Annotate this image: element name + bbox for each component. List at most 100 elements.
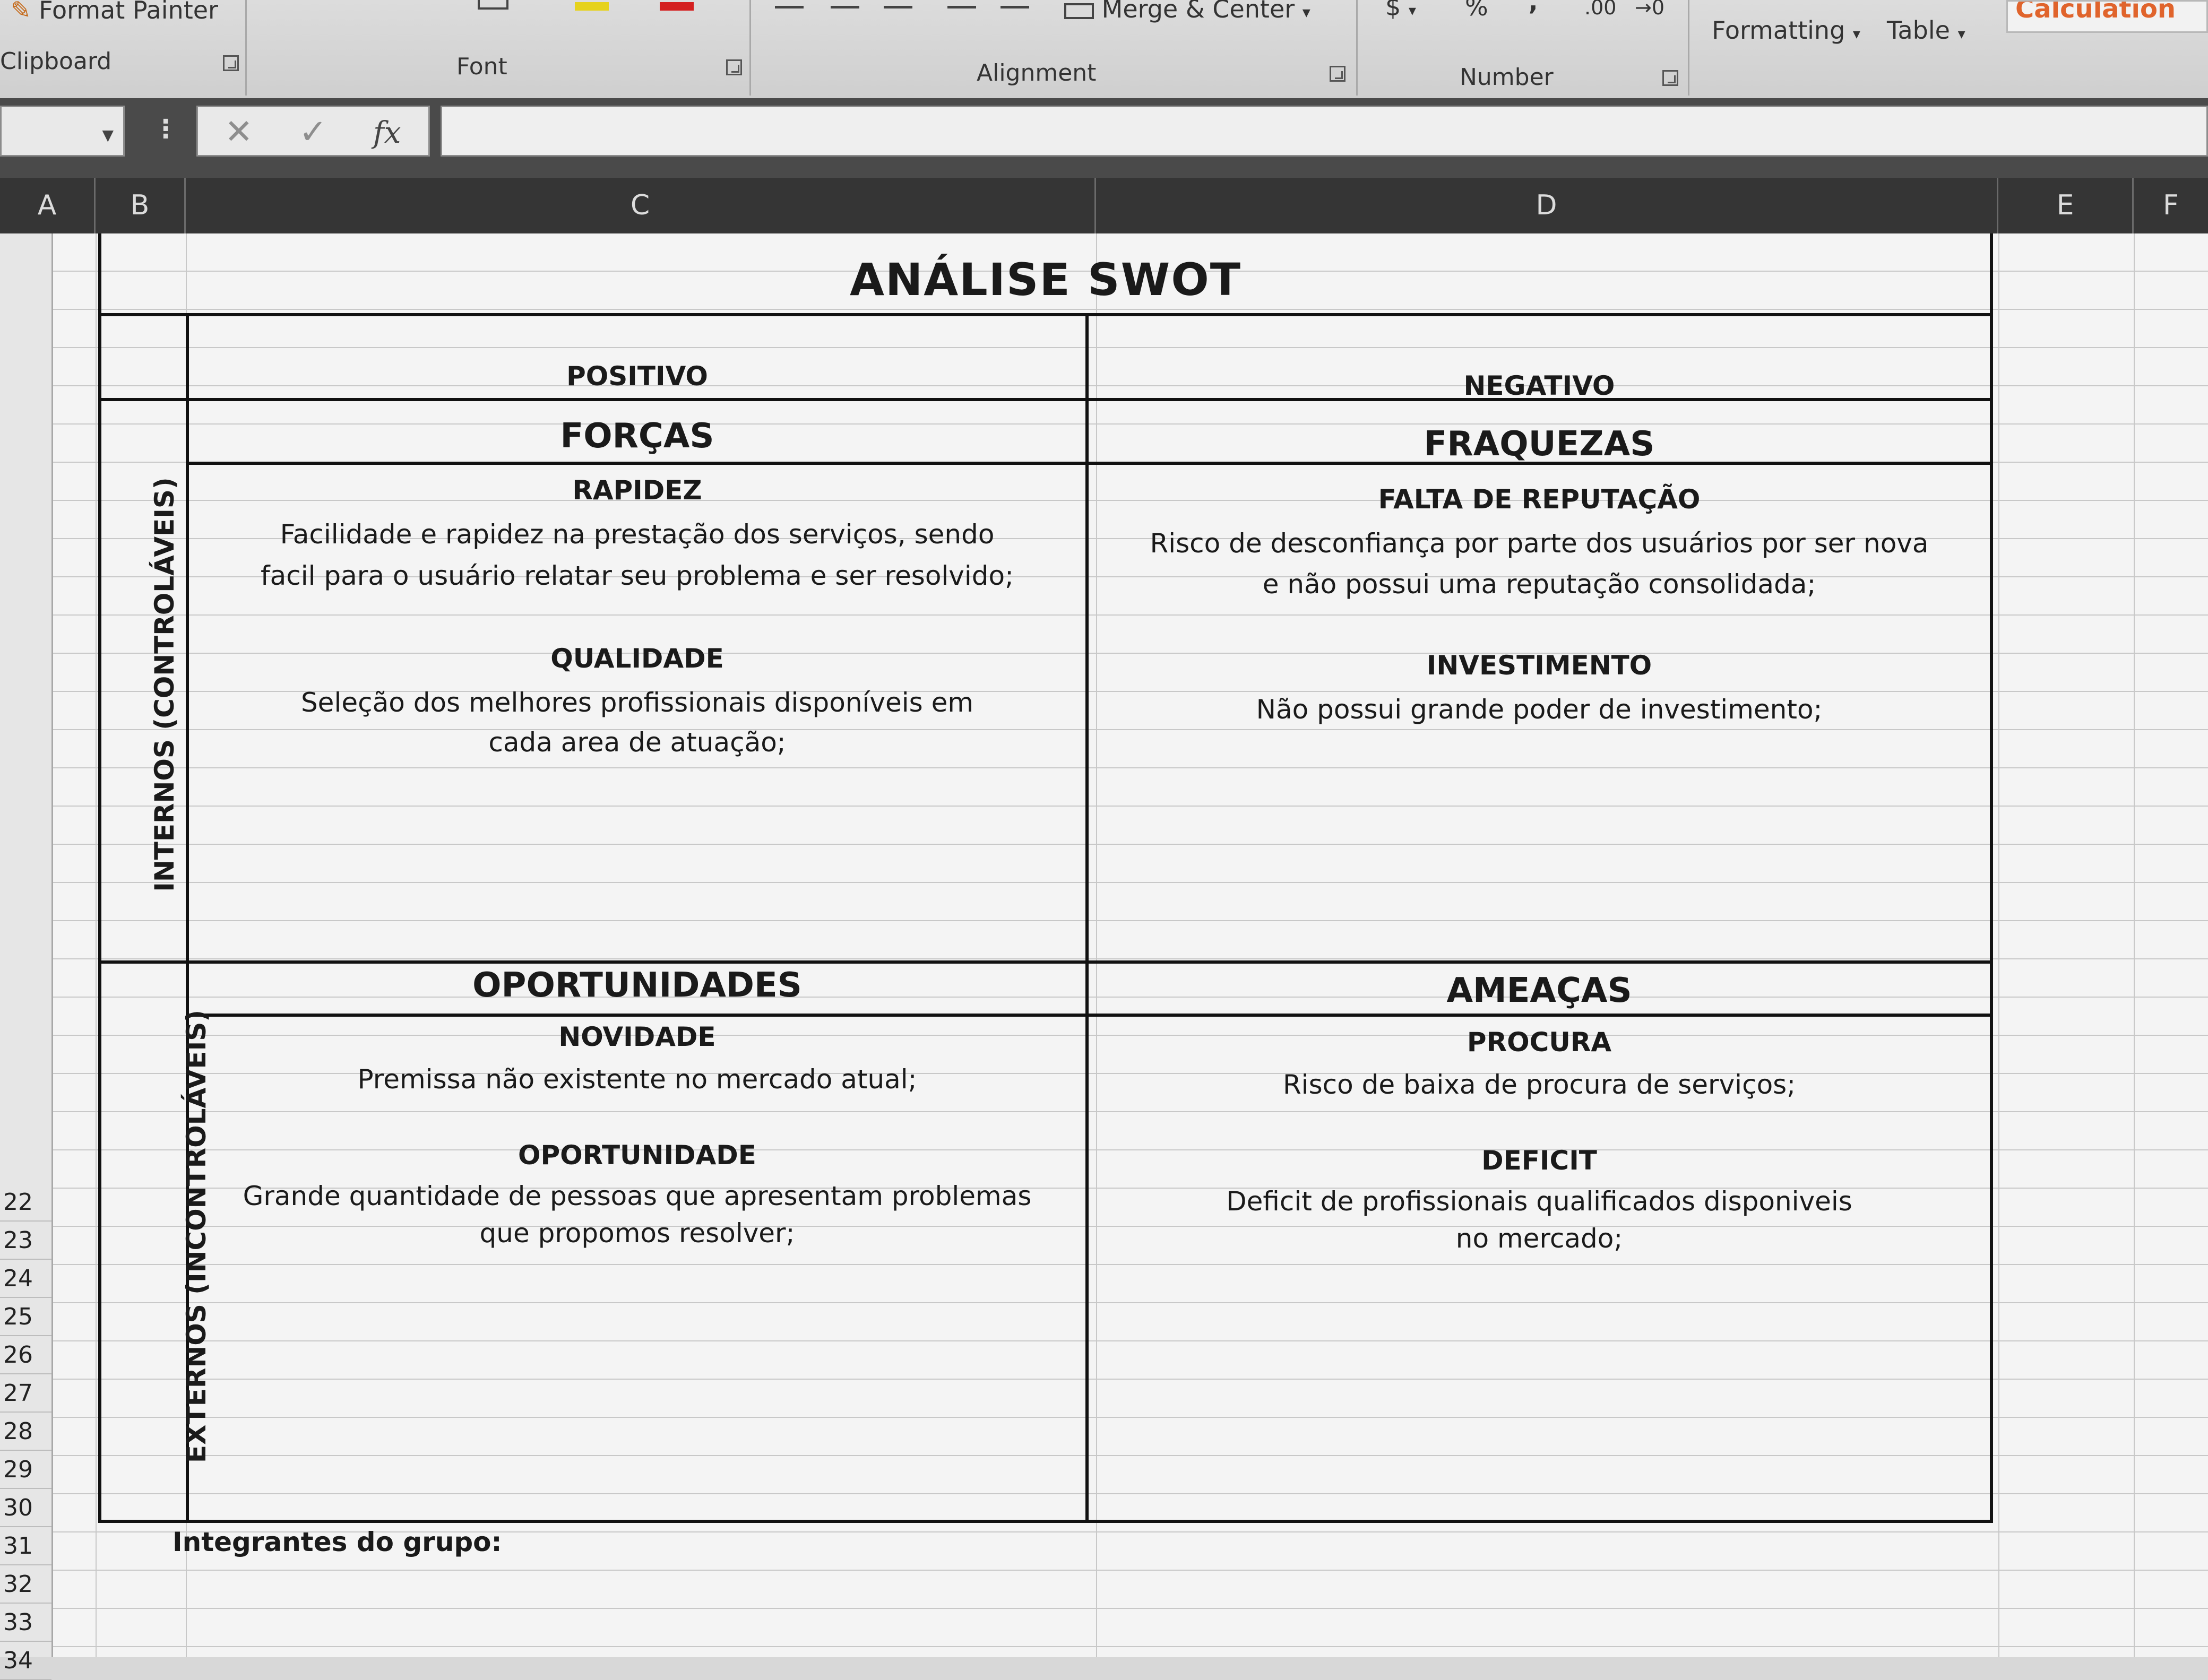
format-as-table-button[interactable]: Table ▾ xyxy=(1887,16,1965,45)
percent-style-button[interactable]: % xyxy=(1465,0,1488,21)
threat-item-title: PROCURA xyxy=(1467,1027,1612,1058)
strength-item-title: RAPIDEZ xyxy=(572,475,702,506)
ribbon-separator xyxy=(245,0,247,96)
row-header[interactable]: 34 xyxy=(0,1642,51,1680)
align-left-icon[interactable] xyxy=(775,0,804,8)
threat-item-line: no mercado; xyxy=(1455,1223,1623,1254)
chevron-down-icon: ▾ xyxy=(1408,2,1416,19)
strength-item-line: Seleção dos melhores profissionais dispo… xyxy=(300,687,974,718)
increase-decimal-button[interactable]: .00 xyxy=(1584,0,1616,19)
font-group-label: Font xyxy=(456,53,507,80)
borders-button[interactable] xyxy=(478,0,508,10)
decrease-indent-icon[interactable] xyxy=(947,0,976,8)
check-icon[interactable]: ✓ xyxy=(299,112,327,152)
column-header-d[interactable]: D xyxy=(1096,178,1998,233)
opportunities-title: OPORTUNIDADES xyxy=(472,966,802,1005)
decrease-decimal-button[interactable]: →0 xyxy=(1635,0,1664,19)
row-header[interactable]: 25 xyxy=(0,1298,51,1336)
chevron-down-icon[interactable]: ▼ xyxy=(102,126,114,144)
row-header[interactable]: 27 xyxy=(0,1374,51,1413)
row-header[interactable]: 33 xyxy=(0,1604,51,1642)
font-dialog-launcher-icon[interactable] xyxy=(726,59,742,75)
formula-bar: ▼ ⋮ ✕ ✓ fx xyxy=(0,98,2208,178)
ribbon: ✎ Format Painter Clipboard Font Merge & … xyxy=(0,0,2208,100)
align-center-icon[interactable] xyxy=(831,0,859,8)
weaknesses-title: FRAQUEZAS xyxy=(1424,425,1655,464)
strength-item-line: facil para o usuário relatar seu problem… xyxy=(261,560,1014,591)
row-header[interactable]: 28 xyxy=(0,1413,51,1451)
column-header-e[interactable]: E xyxy=(1998,178,2134,233)
internal-label: INTERNOS (CONTROLÁVEIS) xyxy=(149,477,180,892)
grid-line xyxy=(2134,233,2135,1657)
calculation-cell-style[interactable]: Calculation xyxy=(2006,0,2208,33)
opportunity-item-title: OPORTUNIDADE xyxy=(518,1140,756,1171)
grid-line xyxy=(96,233,97,1657)
merge-cells-icon xyxy=(1064,3,1094,19)
column-header-a[interactable]: A xyxy=(0,178,96,233)
row-header[interactable]: 26 xyxy=(0,1336,51,1374)
alignment-dialog-launcher-icon[interactable] xyxy=(1330,66,1346,82)
comma-style-button[interactable]: , xyxy=(1529,0,1538,16)
table-border xyxy=(98,313,1993,316)
column-headers: A B C D E F xyxy=(0,178,2208,233)
close-icon[interactable]: ✕ xyxy=(225,112,253,152)
ribbon-separator xyxy=(749,0,751,96)
format-painter-label: Format Painter xyxy=(39,0,218,24)
paintbrush-icon: ✎ xyxy=(11,0,31,24)
row-headers: 22 23 24 25 26 27 28 29 30 31 32 33 34 xyxy=(0,233,53,1680)
font-color-button[interactable] xyxy=(658,0,695,12)
more-options-icon[interactable]: ⋮ xyxy=(153,114,178,144)
format-painter-button[interactable]: ✎ Format Painter xyxy=(11,0,218,24)
number-group-label: Number xyxy=(1460,64,1554,91)
positive-heading: POSITIVO xyxy=(566,361,708,392)
currency-symbol: $ xyxy=(1385,0,1401,21)
strength-item-title: QUALIDADE xyxy=(550,643,724,674)
merge-center-label: Merge & Center xyxy=(1101,0,1295,23)
row-header[interactable]: 32 xyxy=(0,1565,51,1604)
group-members-label: Integrantes do grupo: xyxy=(172,1527,502,1557)
opportunity-item-line: Premissa não existente no mercado atual; xyxy=(357,1064,917,1095)
column-header-b[interactable]: B xyxy=(96,178,186,233)
formula-buttons: ✕ ✓ fx xyxy=(196,106,430,157)
weakness-item-line: Risco de desconfiança por parte dos usuá… xyxy=(1150,528,1929,559)
row-header[interactable]: 31 xyxy=(0,1527,51,1565)
negative-heading: NEGATIVO xyxy=(1463,370,1615,401)
row-header[interactable]: 30 xyxy=(0,1489,51,1527)
ribbon-separator xyxy=(1356,0,1358,96)
threat-item-line: Risco de baixa de procura de serviços; xyxy=(1282,1069,1796,1100)
chevron-down-icon: ▾ xyxy=(1957,25,1965,42)
conditional-formatting-label: Formatting xyxy=(1712,16,1845,45)
strength-item-line: cada area de atuação; xyxy=(488,727,786,758)
table-border xyxy=(98,960,1993,964)
chevron-down-icon: ▾ xyxy=(1852,25,1860,42)
formula-input[interactable] xyxy=(441,106,2208,157)
weakness-item-line: Não possui grande poder de investimento; xyxy=(1256,694,1823,725)
opportunity-item-title: NOVIDADE xyxy=(558,1021,716,1052)
row-header[interactable]: 29 xyxy=(0,1451,51,1489)
column-header-c[interactable]: C xyxy=(186,178,1096,233)
threat-item-title: DEFICIT xyxy=(1481,1145,1597,1176)
strengths-title: FORÇAS xyxy=(560,417,714,456)
chevron-down-icon: ▾ xyxy=(1302,3,1310,22)
row-header[interactable]: 22 xyxy=(0,1183,51,1222)
threats-title: AMEAÇAS xyxy=(1446,971,1632,1010)
column-header-f[interactable]: F xyxy=(2134,178,2208,233)
clipboard-group-label: Clipboard xyxy=(0,48,112,75)
highlight-color-swatch xyxy=(575,2,609,11)
conditional-formatting-button[interactable]: Formatting ▾ xyxy=(1712,16,1860,45)
align-right-icon[interactable] xyxy=(884,0,912,8)
strength-item-line: Facilidade e rapidez na prestação dos se… xyxy=(280,519,995,550)
merge-center-button[interactable]: Merge & Center ▾ xyxy=(1064,0,1310,23)
ribbon-separator xyxy=(1688,0,1689,96)
increase-indent-icon[interactable] xyxy=(1000,0,1029,8)
threat-item-line: Deficit de profissionais qualificados di… xyxy=(1226,1186,1852,1217)
row-header[interactable]: 24 xyxy=(0,1260,51,1298)
accounting-format-button[interactable]: $ ▾ xyxy=(1385,0,1416,21)
row-header[interactable]: 23 xyxy=(0,1222,51,1260)
name-box[interactable]: ▼ xyxy=(0,106,125,157)
weakness-item-line: e não possui uma reputação consolidada; xyxy=(1262,569,1816,600)
insert-function-icon[interactable]: fx xyxy=(373,116,401,150)
number-dialog-launcher-icon[interactable] xyxy=(1662,70,1678,86)
highlight-color-button[interactable] xyxy=(573,0,610,12)
clipboard-dialog-launcher-icon[interactable] xyxy=(223,55,239,71)
